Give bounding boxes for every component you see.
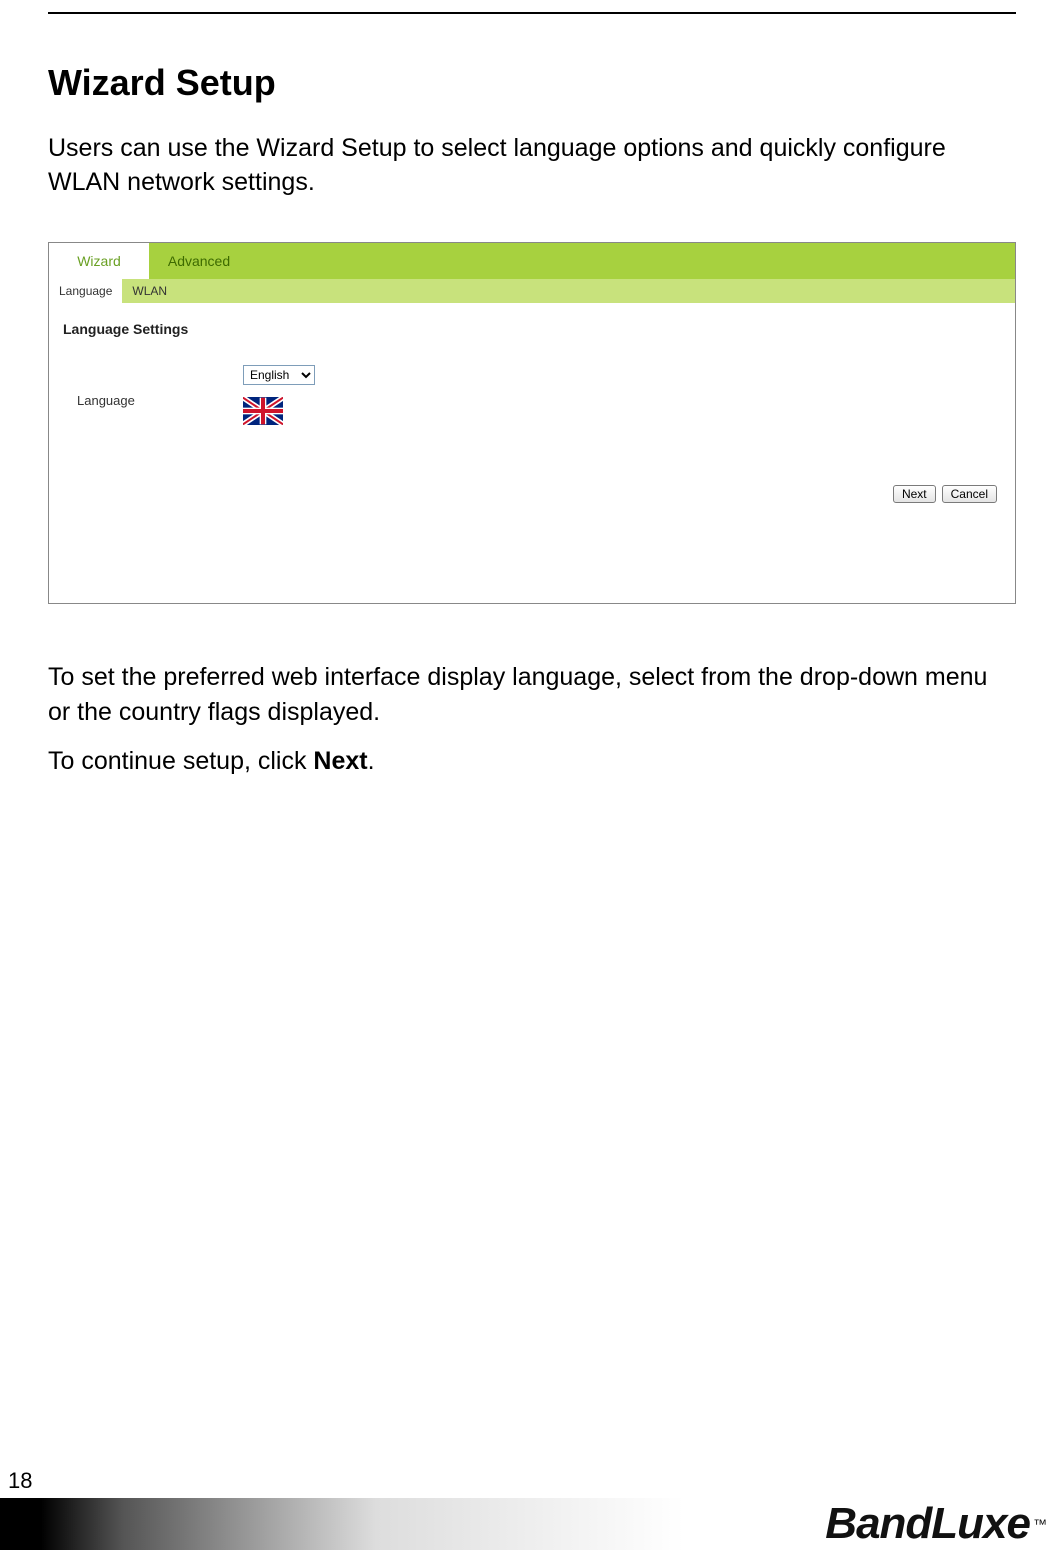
page-number: 18: [8, 1468, 32, 1494]
brand-text: BandLuxe: [825, 1499, 1030, 1549]
followup2-suffix: .: [368, 747, 375, 775]
panel-heading: Language Settings: [63, 321, 1001, 337]
followup-paragraph-2: To continue setup, click Next.: [48, 744, 1016, 779]
cancel-button[interactable]: Cancel: [942, 485, 997, 503]
followup2-prefix: To continue setup, click: [48, 747, 313, 775]
wizard-screenshot-panel: Wizard Advanced Language WLAN Language S…: [48, 242, 1016, 604]
language-row: Language English: [63, 365, 1001, 425]
page-footer: 18 BandLuxe™: [0, 1460, 1064, 1550]
tab-wizard[interactable]: Wizard: [49, 243, 149, 279]
brand-logo: BandLuxe™: [684, 1498, 1064, 1550]
sub-tab-row: Language WLAN: [49, 279, 1015, 303]
brand-bar: BandLuxe™: [0, 1498, 1064, 1550]
language-controls: English: [243, 365, 315, 425]
intro-paragraph: Users can use the Wizard Setup to select…: [48, 132, 1016, 200]
next-button[interactable]: Next: [893, 485, 936, 503]
trademark-symbol: ™: [1033, 1516, 1046, 1532]
top-divider: [48, 12, 1016, 14]
subtab-wlan[interactable]: WLAN: [122, 279, 177, 303]
followup2-bold: Next: [313, 747, 367, 775]
main-tab-row: Wizard Advanced: [49, 243, 1015, 279]
uk-flag-icon[interactable]: [243, 397, 283, 425]
subtab-language[interactable]: Language: [49, 279, 122, 303]
footer-gradient: [0, 1498, 684, 1550]
followup-paragraph-1: To set the preferred web interface displ…: [48, 660, 1016, 730]
panel-body: Language Settings Language English: [49, 303, 1015, 603]
section-title: Wizard Setup: [48, 62, 1016, 104]
tab-advanced[interactable]: Advanced: [149, 243, 249, 279]
button-row: Next Cancel: [893, 485, 997, 503]
language-select[interactable]: English: [243, 365, 315, 385]
language-label: Language: [63, 365, 243, 408]
